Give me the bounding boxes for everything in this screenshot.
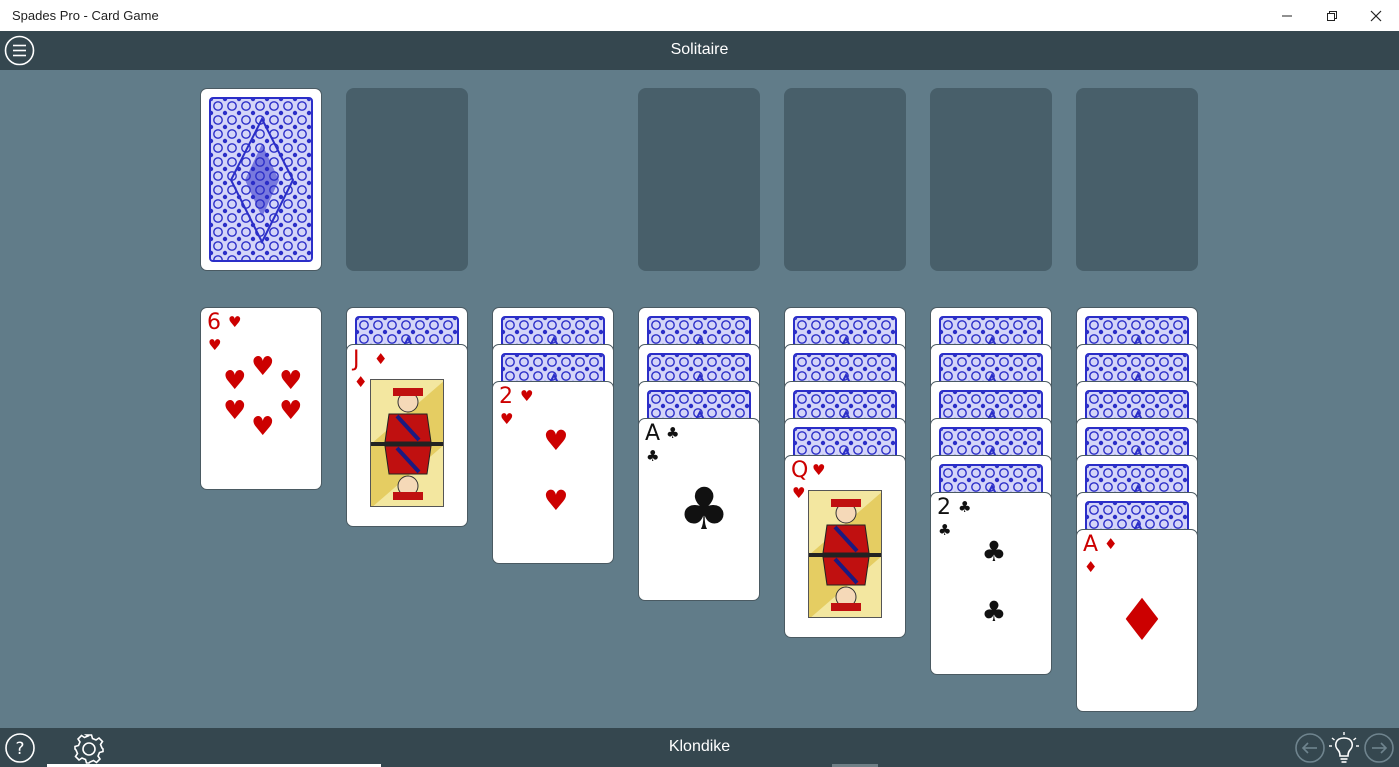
window-title: Spades Pro - Card Game [12, 8, 159, 23]
card-rank: 6 [207, 310, 221, 335]
card-pip-icon: ♣ [677, 475, 730, 544]
tableau-5-top-card[interactable]: Q ♥ ♥ [784, 455, 906, 638]
tableau-6-top-card[interactable]: 2 ♣ ♣ ♣ ♣ [930, 492, 1052, 675]
game-variant-label: Klondike [668, 738, 731, 755]
stock-pile[interactable] [200, 88, 322, 271]
card-rank: A [645, 421, 661, 446]
window-title-bar: Spades Pro - Card Game [0, 0, 1399, 31]
tableau-7-top-card[interactable]: A ♦ ♦ ♦ [1076, 529, 1198, 712]
app-footer: ? Klondike [0, 728, 1399, 767]
foundation-3[interactable] [930, 88, 1052, 271]
queen-portrait-icon [808, 490, 882, 618]
app-header: Solitaire [0, 31, 1399, 70]
card-corner-suit-icon: ♣ [646, 447, 660, 465]
card-corner-suit-icon: ♥ [208, 336, 222, 354]
card-pip-icon: ♥ [223, 365, 247, 396]
card-pip-icon: ♥ [543, 483, 569, 517]
card-pip-icon: ♥ [543, 423, 569, 457]
jack-portrait-icon [370, 379, 444, 507]
restore-icon [1327, 10, 1337, 21]
card-pip-icon: ♥ [251, 351, 275, 382]
arrow-right-icon [1364, 733, 1394, 763]
card-suit-icon: ♥ [812, 461, 826, 479]
arrow-left-icon [1295, 733, 1325, 763]
lightbulb-icon [1329, 732, 1359, 763]
undo-button[interactable] [1294, 732, 1326, 764]
tableau-1-top-card[interactable]: 6 ♥ ♥ ♥ ♥ ♥ ♥ ♥ ♥ [200, 307, 322, 490]
card-rank: 2 [499, 384, 513, 409]
tableau-3-top-card[interactable]: 2 ♥ ♥ ♥ ♥ [492, 381, 614, 564]
card-suit-icon: ♣ [666, 424, 680, 442]
card-suit-icon: ♦ [1104, 535, 1118, 553]
hint-button[interactable] [1328, 732, 1360, 764]
redo-button[interactable] [1363, 732, 1395, 764]
card-corner-suit-icon: ♣ [938, 521, 952, 539]
close-icon [1370, 10, 1382, 21]
card-pip-icon: ♥ [223, 395, 247, 426]
card-corner-suit-icon: ♦ [354, 373, 368, 391]
card-rank: J [353, 347, 360, 372]
card-suit-icon: ♣ [958, 498, 972, 516]
card-suit-icon: ♦ [374, 350, 388, 368]
card-suit-icon: ♥ [228, 313, 242, 331]
foundation-2[interactable] [784, 88, 906, 271]
card-rank: A [1083, 532, 1099, 557]
tableau-2-top-card[interactable]: J ♦ ♦ [346, 344, 468, 527]
card-rank: Q [791, 458, 809, 483]
card-pip-icon: ♣ [981, 534, 1007, 568]
foundation-4[interactable] [1076, 88, 1198, 271]
card-rank: 2 [937, 495, 951, 520]
waste-pile[interactable] [346, 88, 468, 271]
card-pip-icon: ♥ [251, 411, 275, 442]
restore-button[interactable] [1309, 0, 1355, 31]
minimize-icon [1282, 15, 1292, 16]
card-pip-icon: ♣ [981, 594, 1007, 628]
card-pip-icon: ♥ [279, 365, 303, 396]
close-button[interactable] [1353, 0, 1399, 31]
card-corner-suit-icon: ♥ [792, 484, 806, 502]
minimize-button[interactable] [1264, 0, 1310, 31]
card-suit-icon: ♥ [520, 387, 534, 405]
card-pip-icon: ♦ [1115, 586, 1168, 655]
foundation-1[interactable] [638, 88, 760, 271]
card-corner-suit-icon: ♦ [1084, 558, 1098, 576]
card-corner-suit-icon: ♥ [500, 410, 514, 428]
card-pip-icon: ♥ [279, 395, 303, 426]
card-back-pattern-icon [211, 99, 311, 260]
game-mode-title: Solitaire [670, 41, 729, 58]
tableau-4-top-card[interactable]: A ♣ ♣ ♣ [638, 418, 760, 601]
